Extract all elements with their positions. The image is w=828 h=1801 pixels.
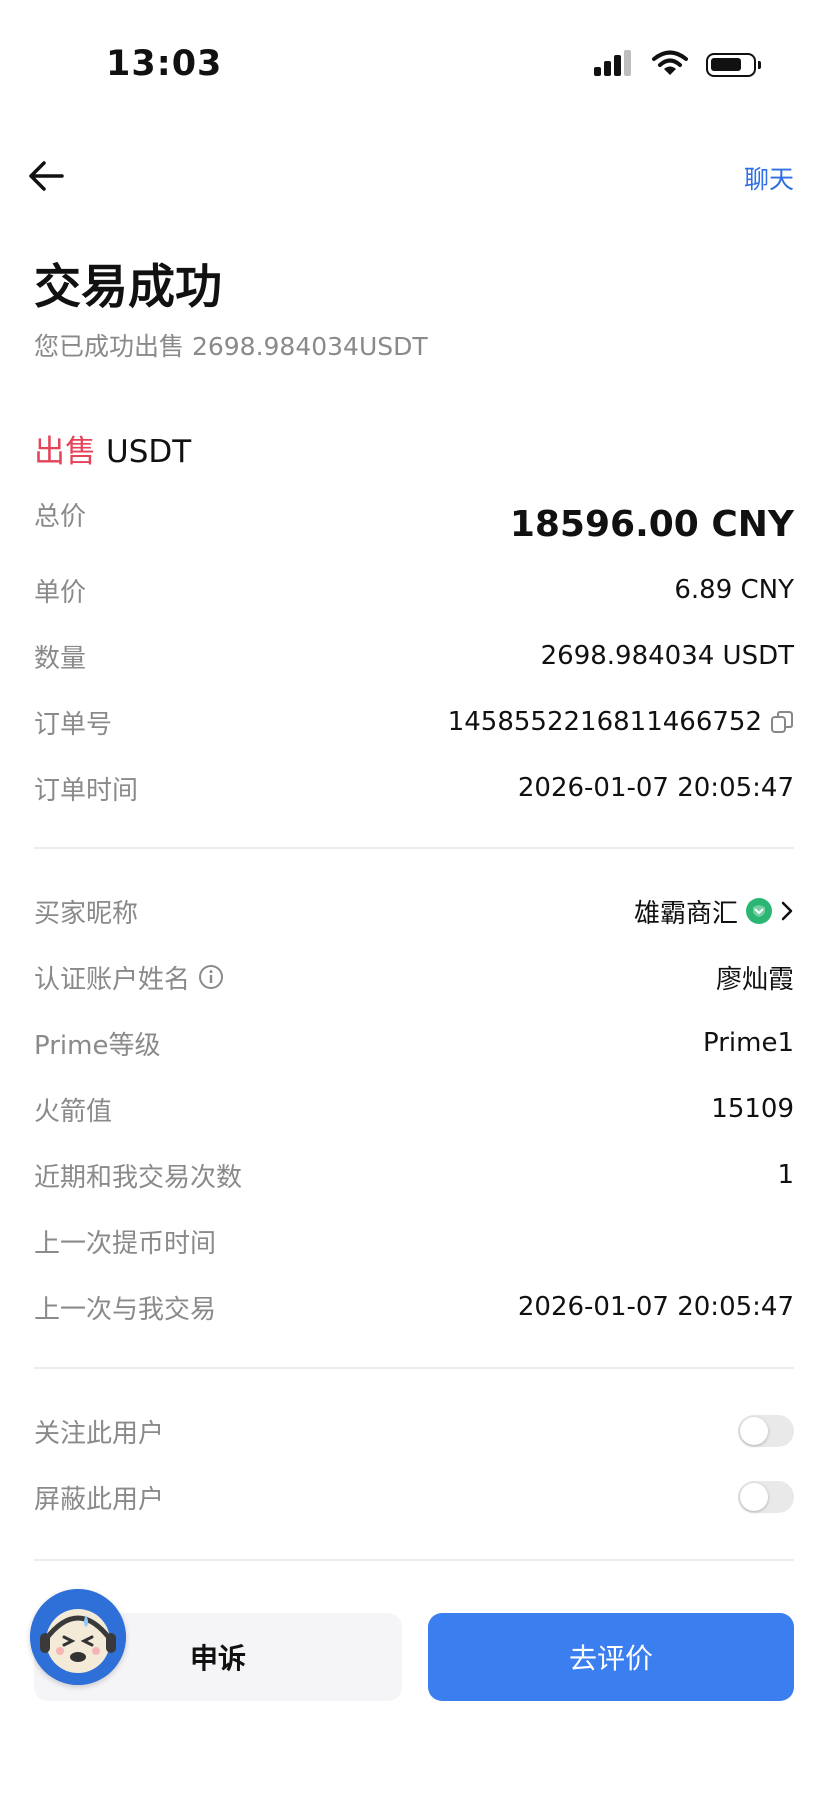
status-time: 13:03 [106, 44, 223, 84]
row-follow-user: 关注此用户 [34, 1411, 794, 1451]
buyer-nickname-group[interactable]: 雄霸商汇 [634, 893, 794, 930]
rocket-value: 15109 [711, 1094, 794, 1124]
row-label: 关注此用户 [34, 1418, 165, 1449]
divider [34, 1559, 794, 1561]
trade-heading: 出售 USDT [34, 426, 191, 471]
row-label: 近期和我交易次数 [34, 1162, 243, 1193]
chat-link[interactable]: 聊天 [744, 160, 794, 196]
row-prime-level: Prime等级 Prime1 [34, 1023, 794, 1063]
status-icons [594, 50, 761, 80]
block-toggle[interactable] [738, 1481, 794, 1513]
row-unit-price: 单价 6.89 CNY [34, 570, 794, 610]
row-label: 单价 [34, 577, 87, 608]
page-title: 交易成功 [34, 260, 222, 315]
buyer-nickname-value: 雄霸商汇 [633, 898, 738, 929]
row-label: 认证账户姓名 [34, 964, 191, 995]
divider [34, 847, 794, 849]
arrow-left-icon [29, 161, 64, 191]
row-last-withdrawal: 上一次提币时间 [34, 1221, 794, 1261]
back-button[interactable] [26, 156, 66, 196]
support-avatar[interactable] [30, 1589, 126, 1685]
support-mascot-icon [30, 1589, 126, 1685]
row-buyer-nickname[interactable]: 买家昵称 雄霸商汇 [34, 891, 794, 931]
row-quantity: 数量 2698.984034 USDT [34, 636, 794, 676]
row-label: 买家昵称 [34, 898, 139, 929]
order-number-group: 1458552216811466752 [448, 707, 794, 737]
chevron-right-icon [781, 901, 793, 921]
info-icon[interactable] [198, 964, 224, 990]
verified-badge-icon [746, 898, 772, 924]
divider [34, 1367, 794, 1369]
trade-side: 出售 [34, 434, 96, 470]
review-button[interactable]: 去评价 [428, 1613, 794, 1701]
copy-icon[interactable] [770, 710, 794, 734]
verified-name-value: 廖灿霞 [715, 964, 794, 995]
row-label: 火箭值 [34, 1096, 113, 1127]
row-order-number: 订单号 1458552216811466752 [34, 702, 794, 742]
recent-trades-value: 1 [777, 1160, 794, 1190]
row-verified-name: 认证账户姓名 廖灿霞 [34, 957, 794, 997]
row-label: 订单时间 [34, 775, 139, 806]
order-number-value: 1458552216811466752 [447, 707, 762, 737]
row-rocket-value: 火箭值 15109 [34, 1089, 794, 1129]
prime-level-value: Prime1 [703, 1028, 794, 1058]
row-label: 数量 [34, 643, 87, 674]
trade-coin: USDT [106, 434, 192, 470]
row-label: Prime等级 [34, 1030, 161, 1061]
row-total-price: 总价 18596.00 CNY [34, 496, 794, 552]
unit-price-value: 6.89 CNY [674, 575, 794, 605]
quantity-value: 2698.984034 USDT [540, 641, 794, 671]
row-label: 总价 [34, 502, 87, 532]
order-detail-page: 13:03 聊天 交易成功 您已成功出售 2698.984034USDT 出售 … [0, 0, 828, 1801]
page-subtitle: 您已成功出售 2698.984034USDT [34, 332, 428, 361]
row-label: 上一次与我交易 [34, 1294, 217, 1325]
battery-icon [706, 53, 761, 77]
row-order-time: 订单时间 2026-01-07 20:05:47 [34, 768, 794, 808]
row-block-user: 屏蔽此用户 [34, 1477, 794, 1517]
row-label: 屏蔽此用户 [34, 1484, 165, 1515]
wifi-icon [652, 50, 688, 80]
row-label: 上一次提币时间 [34, 1228, 217, 1259]
row-label: 订单号 [34, 709, 113, 740]
follow-toggle[interactable] [738, 1415, 794, 1447]
row-recent-trades: 近期和我交易次数 1 [34, 1155, 794, 1195]
order-time-value: 2026-01-07 20:05:47 [517, 773, 794, 803]
signal-icon [594, 50, 634, 80]
row-label-group: 认证账户姓名 [34, 959, 224, 996]
last-trade-value: 2026-01-07 20:05:47 [517, 1292, 794, 1322]
row-last-trade: 上一次与我交易 2026-01-07 20:05:47 [34, 1287, 794, 1327]
total-price-value: 18596.00 CNY [509, 503, 794, 545]
